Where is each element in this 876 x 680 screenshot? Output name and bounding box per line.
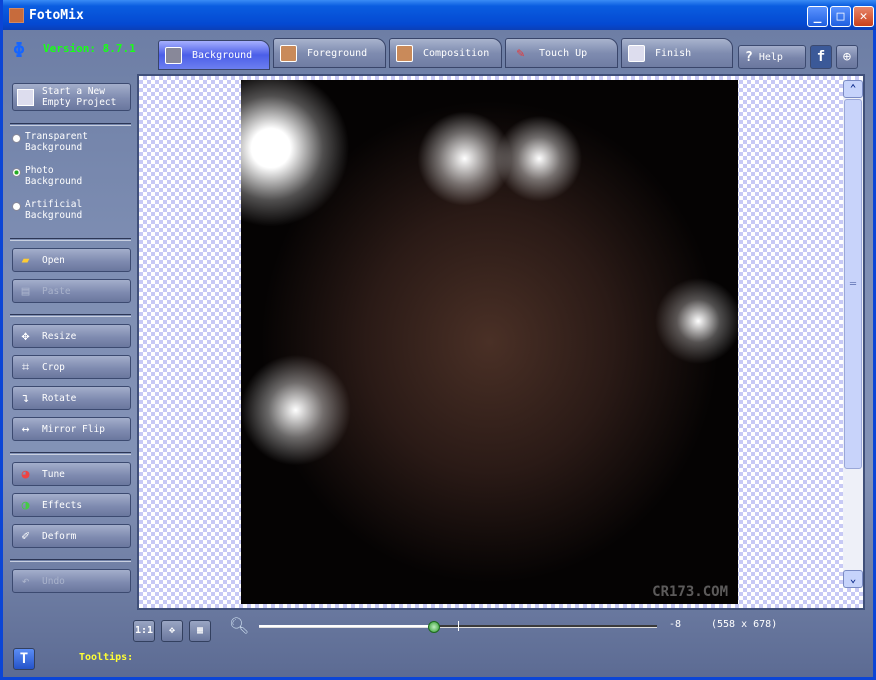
flip-icon: ↔ bbox=[21, 421, 30, 437]
divider bbox=[10, 123, 131, 126]
paste-icon: ▤ bbox=[21, 283, 30, 299]
background-photo: CR173.COM bbox=[241, 80, 738, 604]
brush-icon: ✎ bbox=[516, 45, 525, 61]
mirror-flip-button[interactable]: ↔ Mirror Flip bbox=[12, 417, 131, 441]
slider-tick bbox=[458, 621, 459, 631]
fit-window-button[interactable]: ✥ bbox=[161, 620, 183, 642]
divider bbox=[10, 452, 131, 455]
scroll-down-button[interactable]: ⌄ bbox=[843, 570, 863, 588]
zoom-value: -8 bbox=[669, 619, 682, 630]
tab-finish[interactable]: Finish bbox=[621, 38, 733, 68]
tab-foreground[interactable]: Foreground bbox=[273, 38, 386, 68]
app-icon bbox=[9, 8, 24, 23]
label: Undo bbox=[42, 575, 65, 587]
tab-label: Foreground bbox=[307, 47, 368, 59]
background-icon bbox=[165, 46, 182, 64]
rotate-icon: ↴ bbox=[21, 390, 30, 406]
new-project-icon bbox=[17, 88, 34, 106]
move-arrows-icon: ✥ bbox=[21, 328, 30, 344]
label-line: Photo bbox=[25, 165, 54, 176]
radio-dot bbox=[12, 134, 21, 143]
folder-icon: ▰ bbox=[21, 252, 30, 268]
label-line: Background bbox=[25, 210, 83, 221]
close-button[interactable]: ✕ bbox=[853, 6, 874, 27]
help-label: Help bbox=[758, 51, 783, 63]
radio-dot bbox=[12, 202, 21, 211]
image-canvas[interactable]: CR173.COM ⌃ ═ ⌄ bbox=[137, 74, 865, 610]
divider bbox=[10, 559, 131, 562]
scroll-thumb[interactable]: ═ bbox=[844, 99, 862, 469]
label: Paste bbox=[42, 285, 71, 297]
image-size-label: (558 x 678) bbox=[711, 619, 778, 630]
globe-icon[interactable]: ⊕ bbox=[836, 45, 858, 69]
tune-button[interactable]: ◕ Tune bbox=[12, 462, 131, 486]
grid-button[interactable]: ▦ bbox=[189, 620, 211, 642]
new-project-button[interactable]: Start a New Empty Project bbox=[12, 83, 131, 111]
zoom-magnifier-icon: 🔍︎ bbox=[229, 616, 250, 635]
actual-size-button[interactable]: 1:1 bbox=[133, 620, 155, 642]
app-window: FotoMix _ □ ✕ Φ Version: 8.7.1 Backgroun… bbox=[0, 0, 876, 680]
label: Crop bbox=[42, 361, 65, 373]
title-bar: FotoMix _ □ ✕ bbox=[3, 0, 876, 30]
label: Tune bbox=[42, 468, 65, 480]
label-line: Background bbox=[25, 176, 83, 187]
label: Resize bbox=[42, 330, 77, 342]
help-button[interactable]: ? Help bbox=[738, 45, 806, 69]
label-line: Start a New bbox=[42, 86, 105, 97]
rotate-button[interactable]: ↴ Rotate bbox=[12, 386, 131, 410]
minimize-button[interactable]: _ bbox=[807, 6, 828, 27]
crop-button[interactable]: ⌗ Crop bbox=[12, 355, 131, 379]
divider bbox=[10, 238, 131, 241]
tab-label: Finish bbox=[655, 47, 692, 59]
facebook-icon[interactable]: f bbox=[810, 45, 832, 69]
fit-icon: ✥ bbox=[168, 625, 176, 636]
label-line: Artificial bbox=[25, 199, 83, 210]
label-line: Empty Project bbox=[42, 97, 117, 108]
label: Mirror Flip bbox=[42, 423, 105, 435]
undo-button[interactable]: ↶ Undo bbox=[12, 569, 131, 593]
tab-background[interactable]: Background bbox=[158, 40, 270, 70]
label: Open bbox=[42, 254, 65, 266]
deform-button[interactable]: ✐ Deform bbox=[12, 524, 131, 548]
tab-label: Touch Up bbox=[539, 47, 588, 59]
resize-button[interactable]: ✥ Resize bbox=[12, 324, 131, 348]
scroll-up-button[interactable]: ⌃ bbox=[843, 80, 863, 98]
undo-icon: ↶ bbox=[21, 573, 30, 589]
radio-photo-background[interactable]: Photo Background bbox=[12, 165, 82, 187]
label: Rotate bbox=[42, 392, 77, 404]
label: Deform bbox=[42, 530, 77, 542]
effects-icon: ◑ bbox=[21, 497, 30, 513]
open-button[interactable]: ▰ Open bbox=[12, 248, 131, 272]
tooltips-label: Tooltips: bbox=[79, 652, 134, 663]
effects-button[interactable]: ◑ Effects bbox=[12, 493, 131, 517]
window-title: FotoMix bbox=[29, 7, 84, 23]
fotomix-logo-icon: Φ bbox=[13, 38, 26, 62]
color-wheel-icon: ◕ bbox=[21, 466, 30, 482]
tab-label: Background bbox=[192, 49, 253, 61]
version-label: Version: 8.7.1 bbox=[43, 42, 136, 55]
radio-transparent-background[interactable]: Transparent Background bbox=[12, 131, 88, 153]
label: Effects bbox=[42, 499, 83, 511]
zoom-slider-knob[interactable] bbox=[428, 621, 441, 633]
crop-icon: ⌗ bbox=[21, 359, 30, 375]
grid-icon: ▦ bbox=[196, 625, 204, 636]
label-line: Background bbox=[25, 142, 83, 153]
tab-label: Composition bbox=[423, 47, 490, 59]
maximize-button[interactable]: □ bbox=[830, 6, 851, 27]
radio-artificial-background[interactable]: Artificial Background bbox=[12, 199, 82, 221]
divider bbox=[10, 314, 131, 317]
deform-icon: ✐ bbox=[21, 528, 30, 544]
tab-touch-up[interactable]: ✎ Touch Up bbox=[505, 38, 618, 68]
save-icon bbox=[628, 44, 645, 62]
label-line: Transparent bbox=[25, 131, 88, 142]
composition-icon bbox=[396, 44, 413, 62]
radio-dot bbox=[12, 168, 21, 177]
foreground-icon bbox=[280, 44, 297, 62]
vertical-scrollbar[interactable]: ⌃ ═ ⌄ bbox=[843, 80, 863, 588]
paste-button[interactable]: ▤ Paste bbox=[12, 279, 131, 303]
tab-composition[interactable]: Composition bbox=[389, 38, 502, 68]
text-tool-button[interactable]: T bbox=[13, 648, 35, 670]
watermark: CR173.COM bbox=[652, 584, 728, 600]
question-icon: ? bbox=[745, 49, 753, 65]
